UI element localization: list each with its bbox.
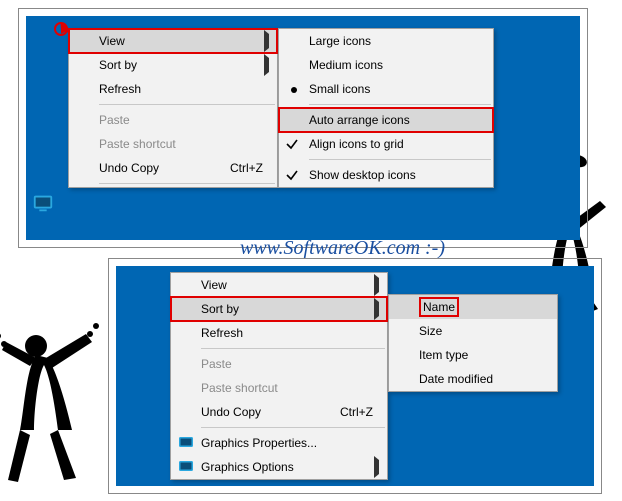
menu-item-small-icons[interactable]: Small icons [279, 77, 493, 101]
menu-item-show-desktop-icons[interactable]: Show desktop icons [279, 163, 493, 187]
menu-label: Medium icons [309, 58, 383, 72]
submenu-arrow-icon [264, 34, 269, 48]
menu-separator [201, 427, 385, 428]
menu-item-graphics-options[interactable]: Graphics Options [171, 455, 387, 479]
menu-label: Paste shortcut [201, 381, 278, 395]
menu-item-paste-shortcut: Paste shortcut [69, 132, 277, 156]
menu-label: Sort by [201, 302, 239, 316]
intel-graphics-icon [177, 434, 195, 453]
menu-item-sort-item-type[interactable]: Item type [389, 343, 557, 367]
menu-label: Paste [99, 113, 130, 127]
menu-label: Refresh [99, 82, 141, 96]
context-menu-desktop-2: View Sort by Refresh Paste Paste shortcu… [170, 272, 388, 480]
menu-separator [309, 104, 491, 105]
menu-separator [99, 104, 275, 105]
menu-item-undo-copy[interactable]: Undo Copy Ctrl+Z [171, 400, 387, 424]
menu-label: Date modified [419, 372, 493, 386]
menu-item-paste-shortcut: Paste shortcut [171, 376, 387, 400]
menu-label: Undo Copy [99, 161, 159, 175]
submenu-arrow-icon [264, 58, 269, 72]
menu-label: Graphics Options [201, 460, 294, 474]
menu-label: Align icons to grid [309, 137, 404, 151]
menu-shortcut: Ctrl+Z [230, 161, 263, 175]
menu-label: Auto arrange icons [309, 113, 410, 127]
menu-label: Size [419, 324, 442, 338]
menu-item-large-icons[interactable]: Large icons [279, 29, 493, 53]
menu-label: View [99, 34, 125, 48]
submenu-sort-by: Name Size Item type Date modified [388, 294, 558, 392]
menu-item-undo-copy[interactable]: Undo Copy Ctrl+Z [69, 156, 277, 180]
menu-separator [309, 159, 491, 160]
submenu-view: Large icons Medium icons Small icons Aut… [278, 28, 494, 188]
menu-separator [99, 183, 275, 184]
menu-shortcut: Ctrl+Z [340, 405, 373, 419]
menu-label: Small icons [309, 82, 370, 96]
menu-item-sort-date-modified[interactable]: Date modified [389, 367, 557, 391]
menu-item-paste: Paste [69, 108, 277, 132]
menu-label: Show desktop icons [309, 168, 416, 182]
menu-label: Item type [419, 348, 468, 362]
radio-bullet-icon [285, 82, 303, 96]
desktop-top[interactable]: [Right-Click] View Sort by Refresh Paste… [26, 16, 580, 240]
menu-item-view[interactable]: View [171, 273, 387, 297]
menu-label: Paste [201, 357, 232, 371]
decor-figure-left [0, 320, 106, 493]
menu-item-align-icons-to-grid[interactable]: Align icons to grid [279, 132, 493, 156]
submenu-arrow-icon [374, 460, 379, 474]
checkmark-icon [285, 137, 303, 151]
menu-label: Name [419, 297, 459, 317]
watermark-text: www.SoftwareOK.com :-) [240, 237, 445, 260]
menu-label: View [201, 278, 227, 292]
menu-item-auto-arrange-icons[interactable]: Auto arrange icons [279, 108, 493, 132]
menu-item-sort-by[interactable]: Sort by [69, 53, 277, 77]
checkmark-icon [285, 168, 303, 182]
menu-label: Undo Copy [201, 405, 261, 419]
desktop-shortcut-icon[interactable] [32, 192, 54, 214]
menu-label: Graphics Properties... [201, 436, 317, 450]
menu-item-sort-by[interactable]: Sort by [171, 297, 387, 321]
menu-item-sort-size[interactable]: Size [389, 319, 557, 343]
menu-label: Large icons [309, 34, 371, 48]
menu-label: Refresh [201, 326, 243, 340]
menu-item-refresh[interactable]: Refresh [171, 321, 387, 345]
menu-item-medium-icons[interactable]: Medium icons [279, 53, 493, 77]
intel-graphics-icon [177, 458, 195, 477]
menu-label: Paste shortcut [99, 137, 176, 151]
menu-item-paste: Paste [171, 352, 387, 376]
menu-label: Sort by [99, 58, 137, 72]
submenu-arrow-icon [374, 302, 379, 316]
menu-item-view[interactable]: View [69, 29, 277, 53]
menu-item-graphics-properties[interactable]: Graphics Properties... [171, 431, 387, 455]
menu-item-refresh[interactable]: Refresh [69, 77, 277, 101]
desktop-bottom[interactable]: View Sort by Refresh Paste Paste shortcu… [116, 266, 594, 486]
menu-item-sort-name[interactable]: Name [389, 295, 557, 319]
menu-separator [201, 348, 385, 349]
submenu-arrow-icon [374, 278, 379, 292]
context-menu-desktop: View Sort by Refresh Paste Paste shortcu… [68, 28, 278, 188]
